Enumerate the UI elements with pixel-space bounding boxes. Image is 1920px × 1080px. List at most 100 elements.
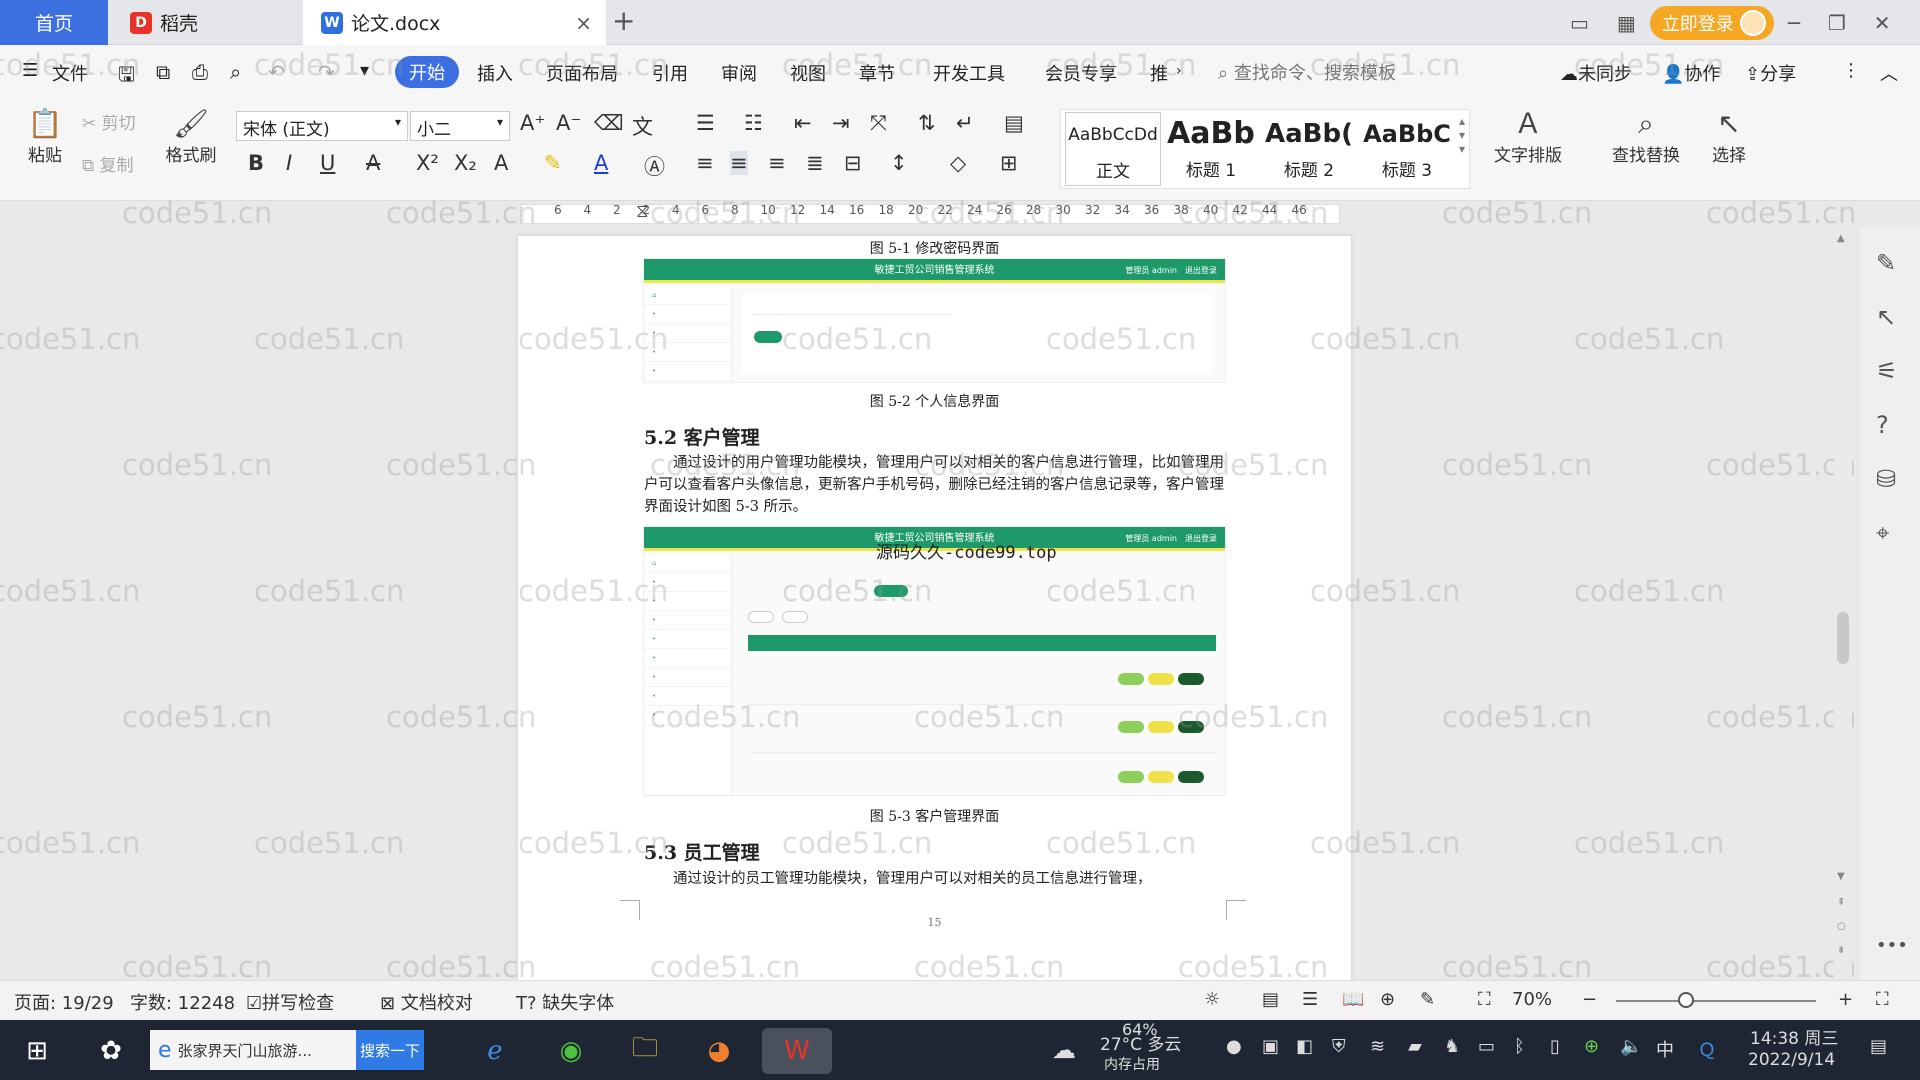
- style-heading-2[interactable]: AaBb( 标题 2: [1261, 112, 1357, 186]
- tray-app-icon[interactable]: ●: [1226, 1036, 1242, 1057]
- border-icon[interactable]: ⊞: [1000, 151, 1018, 175]
- align-right-icon[interactable]: ≡: [768, 151, 786, 175]
- tab-daoke[interactable]: D 稻壳: [108, 0, 303, 45]
- wps-taskbar-icon[interactable]: W: [762, 1028, 832, 1074]
- next-page-icon[interactable]: ⇟: [1837, 945, 1845, 956]
- weather-icon[interactable]: ☁: [1052, 1036, 1076, 1064]
- text-effect-icon[interactable]: A: [494, 151, 508, 175]
- file-explorer-icon[interactable]: 🗀: [622, 1028, 668, 1074]
- app-fox-icon[interactable]: ◕: [696, 1028, 742, 1074]
- text-layout-button[interactable]: Ａ 文字排版: [1494, 107, 1562, 166]
- scroll-up-icon[interactable]: ▲: [1837, 233, 1845, 244]
- decrease-font-icon[interactable]: A⁻: [556, 111, 581, 135]
- fullscreen-icon[interactable]: ⛶: [1876, 989, 1889, 1010]
- menu-file[interactable]: 文件: [52, 60, 88, 86]
- battery-icon[interactable]: ▭: [1478, 1036, 1495, 1057]
- font-color-icon[interactable]: A: [594, 151, 608, 175]
- close-tab-icon[interactable]: ×: [575, 11, 592, 35]
- bullet-list-icon[interactable]: ☰: [696, 111, 715, 135]
- scroll-thumb[interactable]: [1837, 612, 1849, 664]
- font-family-select[interactable]: 宋体 (正文) ▾: [236, 111, 408, 141]
- bluetooth-icon[interactable]: ᛒ: [1514, 1036, 1525, 1057]
- sync-status[interactable]: ☁未同步: [1560, 60, 1632, 86]
- sort-icon[interactable]: ⇅: [918, 111, 936, 135]
- clear-format-icon[interactable]: ⌫: [594, 111, 624, 135]
- page-view-icon[interactable]: ▤: [1262, 989, 1279, 1010]
- menu-view[interactable]: 视图: [790, 60, 826, 86]
- cut-button[interactable]: ✂ 剪切: [82, 109, 136, 134]
- tray-plus-icon[interactable]: ⊕: [1584, 1036, 1599, 1057]
- outline-view-icon[interactable]: ☰: [1302, 989, 1318, 1010]
- select-cursor-icon[interactable]: ↖: [1876, 303, 1896, 331]
- share-button[interactable]: ⇪分享: [1745, 60, 1796, 86]
- style-scroll-icon[interactable]: ▴ ▾ ▾: [1459, 114, 1465, 156]
- indent-icon[interactable]: ⇥: [832, 111, 850, 135]
- tray-app-icon[interactable]: ◧: [1296, 1036, 1313, 1057]
- zoom-in-icon[interactable]: +: [1838, 989, 1853, 1010]
- find-replace-button[interactable]: ⌕ 查找替换: [1612, 107, 1680, 166]
- scroll-down-icon[interactable]: ▼: [1837, 871, 1845, 882]
- help-icon[interactable]: ?: [1876, 411, 1889, 439]
- word-count[interactable]: 字数: 12248: [130, 989, 235, 1015]
- usb-icon[interactable]: ▯: [1550, 1036, 1560, 1057]
- notification-icon[interactable]: ▤: [1870, 1036, 1887, 1057]
- table-grid-icon[interactable]: ▤: [1004, 111, 1024, 135]
- browser-360-icon[interactable]: ◉: [548, 1028, 594, 1074]
- new-tab-icon[interactable]: +: [612, 4, 635, 37]
- line-spacing-icon[interactable]: ↕: [890, 151, 908, 175]
- zoom-slider[interactable]: [1616, 992, 1816, 1008]
- tray-app-icon[interactable]: ▰: [1408, 1036, 1422, 1057]
- close-window-icon[interactable]: ✕: [1874, 11, 1891, 35]
- document-page[interactable]: 图 5-1 修改密码界面 敏捷工贸公司销售管理系统 管理员 admin 退出登录…: [518, 236, 1351, 980]
- export-icon[interactable]: ⧉: [156, 60, 170, 84]
- zoom-slider-handle[interactable]: [1678, 992, 1694, 1008]
- menu-references[interactable]: 引用: [652, 60, 688, 86]
- zoom-level[interactable]: 70%: [1512, 989, 1552, 1010]
- zoom-out-icon[interactable]: −: [1582, 989, 1597, 1010]
- collab-button[interactable]: 👤协作: [1662, 60, 1720, 86]
- char-border-icon[interactable]: Ⓐ: [644, 151, 665, 181]
- save-icon[interactable]: 🖫: [118, 60, 135, 94]
- more-options-icon[interactable]: ⋮: [1842, 60, 1860, 81]
- menu-review[interactable]: 审阅: [721, 60, 757, 86]
- restore-icon[interactable]: ❐: [1828, 11, 1846, 35]
- location-icon[interactable]: ⌖: [1876, 519, 1890, 547]
- chevron-right-icon[interactable]: ›: [1176, 63, 1182, 79]
- strikethrough-icon[interactable]: A: [366, 151, 380, 175]
- underline-icon[interactable]: U: [320, 151, 335, 175]
- layout-icon[interactable]: ▭: [1570, 11, 1589, 35]
- style-heading-1[interactable]: AaBb 标题 1: [1163, 112, 1259, 186]
- menu-dev-tools[interactable]: 开发工具: [933, 60, 1005, 86]
- menu-insert[interactable]: 插入: [477, 60, 513, 86]
- wifi-icon[interactable]: ≋: [1370, 1036, 1385, 1057]
- justify-icon[interactable]: ≣: [806, 151, 824, 175]
- align-left-icon[interactable]: ≡: [696, 151, 714, 175]
- pen-icon[interactable]: ✎: [1876, 249, 1896, 277]
- tray-app-icon[interactable]: ▣: [1262, 1036, 1279, 1057]
- copy-button[interactable]: ⧉ 复制: [82, 151, 134, 176]
- search-once-button[interactable]: 搜索一下: [356, 1030, 424, 1070]
- ime-indicator[interactable]: 中: [1656, 1036, 1674, 1062]
- menu-start[interactable]: 开始: [395, 56, 459, 88]
- collapse-ribbon-icon[interactable]: ︿: [1880, 60, 1898, 86]
- web-view-icon[interactable]: ⊕: [1380, 989, 1395, 1010]
- backup-icon[interactable]: ⛁: [1876, 465, 1896, 493]
- subscript-icon[interactable]: X₂: [454, 151, 477, 175]
- login-button[interactable]: 立即登录: [1649, 5, 1774, 40]
- hamburger-icon[interactable]: ☰: [22, 60, 38, 81]
- clock-time[interactable]: 14:38 周三: [1750, 1024, 1838, 1049]
- quick-access-dropdown-icon[interactable]: ▾: [360, 60, 369, 81]
- undo-icon[interactable]: ↶: [268, 60, 285, 84]
- vertical-scrollbar[interactable]: ▲ ▼ ⇞ ○ ⇟: [1834, 227, 1852, 980]
- select-button[interactable]: ↖ 选择: [1712, 107, 1746, 166]
- shading-icon[interactable]: ◇: [950, 151, 966, 175]
- menu-vip[interactable]: 会员专享: [1045, 60, 1117, 86]
- command-search[interactable]: ⌕ 查找命令、搜索模板: [1218, 59, 1396, 85]
- text-direction-icon[interactable]: ⤧: [870, 111, 887, 136]
- increase-font-icon[interactable]: A⁺: [520, 111, 545, 135]
- tab-document[interactable]: W 论文.docx ×: [303, 0, 606, 45]
- browser-search-box[interactable]: e 张家界天门山旅游...: [150, 1030, 356, 1070]
- internet-explorer-icon[interactable]: ℯ: [472, 1028, 518, 1074]
- redo-icon[interactable]: ↷: [318, 60, 335, 84]
- prev-page-icon[interactable]: ⇞: [1837, 897, 1845, 908]
